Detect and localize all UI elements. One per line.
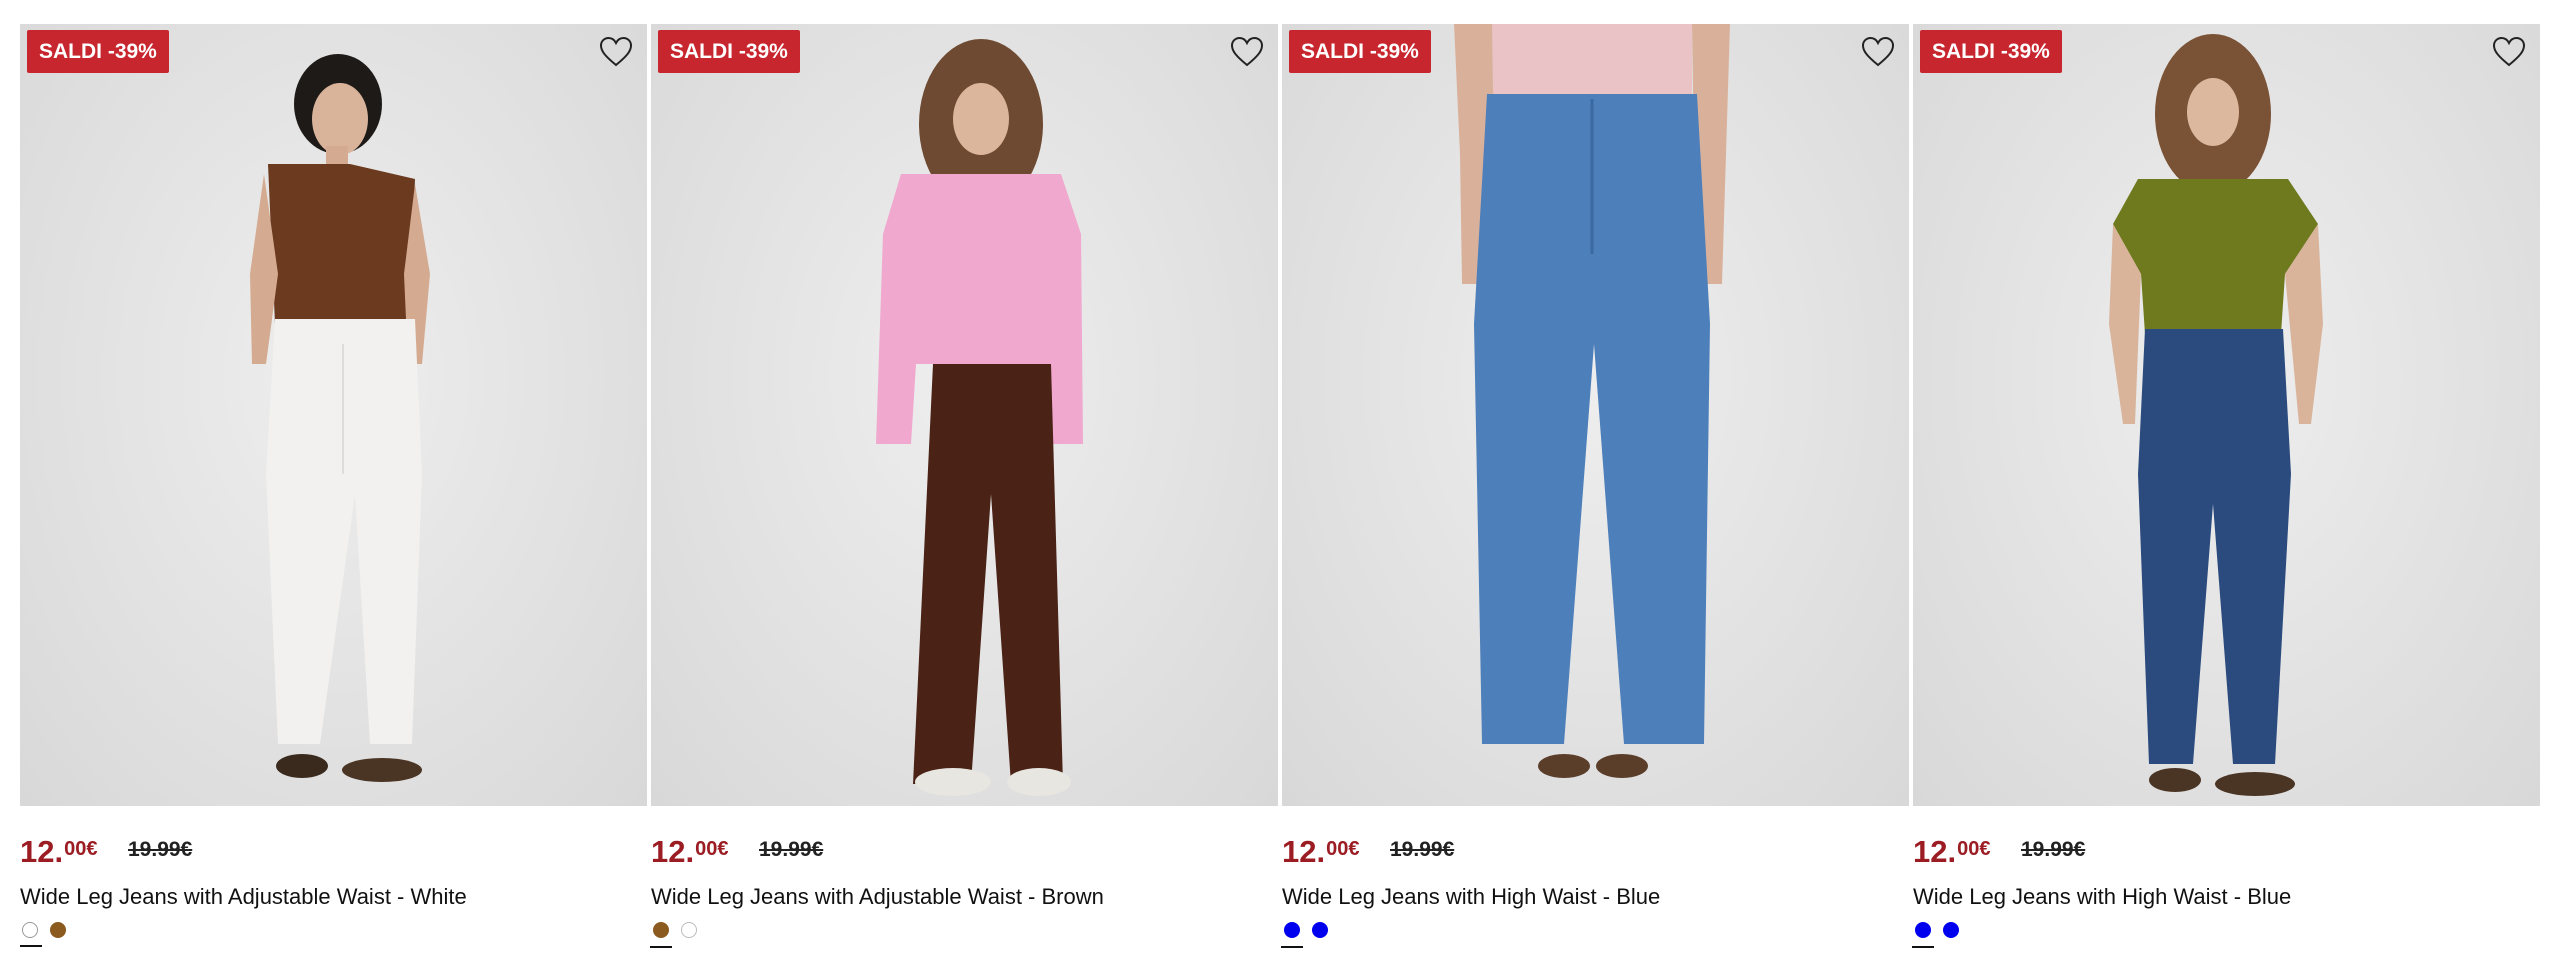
price-row: 12.00€ 19.99€: [1282, 824, 1909, 884]
swatch-brown[interactable]: [50, 922, 66, 938]
swatch-blue[interactable]: [1312, 922, 1328, 938]
favorite-heart-icon[interactable]: [1861, 36, 1895, 68]
sale-price: 12.00€: [20, 834, 97, 870]
price-row: 12.00€ 19.99€: [1913, 824, 2540, 884]
price-integer: 12.: [20, 834, 64, 869]
price-integer: 12.: [1282, 834, 1326, 869]
favorite-heart-icon[interactable]: [1230, 36, 1264, 68]
original-price: 19.99€: [759, 838, 824, 861]
price-row: 12.00€ 19.99€: [20, 824, 647, 884]
model-photo: [876, 39, 1083, 796]
original-price: 19.99€: [1390, 838, 1455, 861]
price-decimal: 00€: [1326, 838, 1360, 860]
swatch-blue[interactable]: [1281, 922, 1303, 948]
favorite-heart-icon[interactable]: [2492, 36, 2526, 68]
color-swatches: [650, 922, 1278, 948]
sale-badge: SALDI -39%: [1289, 30, 1431, 73]
original-price: 19.99€: [2021, 838, 2086, 861]
favorite-heart-icon[interactable]: [599, 36, 633, 68]
original-price: 19.99€: [128, 838, 193, 861]
price-decimal: 00€: [1957, 838, 1991, 860]
sale-badge: SALDI -39%: [1920, 30, 2062, 73]
product-title[interactable]: Wide Leg Jeans with Adjustable Waist - B…: [651, 880, 1278, 914]
product-image[interactable]: SALDI -39%: [20, 24, 647, 806]
price-integer: 12.: [651, 834, 695, 869]
product-card[interactable]: SALDI -39% 12.00€ 19.99€ Wide Leg Jeans …: [1281, 24, 1909, 948]
sale-price: 12.00€: [1913, 834, 1990, 870]
price-decimal: 00€: [64, 838, 98, 860]
price-integer: 12.: [1913, 834, 1957, 869]
product-image[interactable]: SALDI -39%: [1913, 24, 2540, 806]
product-card[interactable]: SALDI -39% 12.00€ 19.99€ Wide Leg Jeans …: [650, 24, 1278, 948]
product-title[interactable]: Wide Leg Jeans with Adjustable Waist - W…: [20, 880, 647, 914]
color-swatches: [1281, 922, 1909, 948]
swatch-blue[interactable]: [1943, 922, 1959, 938]
swatch-white[interactable]: [20, 922, 42, 947]
swatch-white[interactable]: [681, 922, 697, 938]
sale-badge: SALDI -39%: [27, 30, 169, 73]
model-photo: [2109, 34, 2323, 796]
model-photo: [250, 54, 430, 782]
sale-price: 12.00€: [651, 834, 728, 870]
sale-price: 12.00€: [1282, 834, 1359, 870]
product-card[interactable]: SALDI -39% 12.00€ 19.99€ Wide Leg Jeans …: [20, 24, 647, 947]
product-card[interactable]: SALDI -39% 12.00€ 19.99€ Wide Leg Jeans …: [1912, 24, 2540, 948]
swatch-blue[interactable]: [1912, 922, 1934, 948]
product-title[interactable]: Wide Leg Jeans with High Waist - Blue: [1282, 880, 1909, 914]
model-photo: [1454, 24, 1730, 778]
product-image[interactable]: SALDI -39%: [651, 24, 1278, 806]
swatch-brown[interactable]: [650, 922, 672, 948]
price-decimal: 00€: [695, 838, 729, 860]
color-swatches: [1912, 922, 2540, 948]
product-title[interactable]: Wide Leg Jeans with High Waist - Blue: [1913, 880, 2540, 914]
price-row: 12.00€ 19.99€: [651, 824, 1278, 884]
product-image[interactable]: SALDI -39%: [1282, 24, 1909, 806]
color-swatches: [20, 922, 647, 947]
product-grid: SALDI -39% 12.00€ 19.99€ Wide Leg Jeans …: [20, 24, 2540, 948]
sale-badge: SALDI -39%: [658, 30, 800, 73]
